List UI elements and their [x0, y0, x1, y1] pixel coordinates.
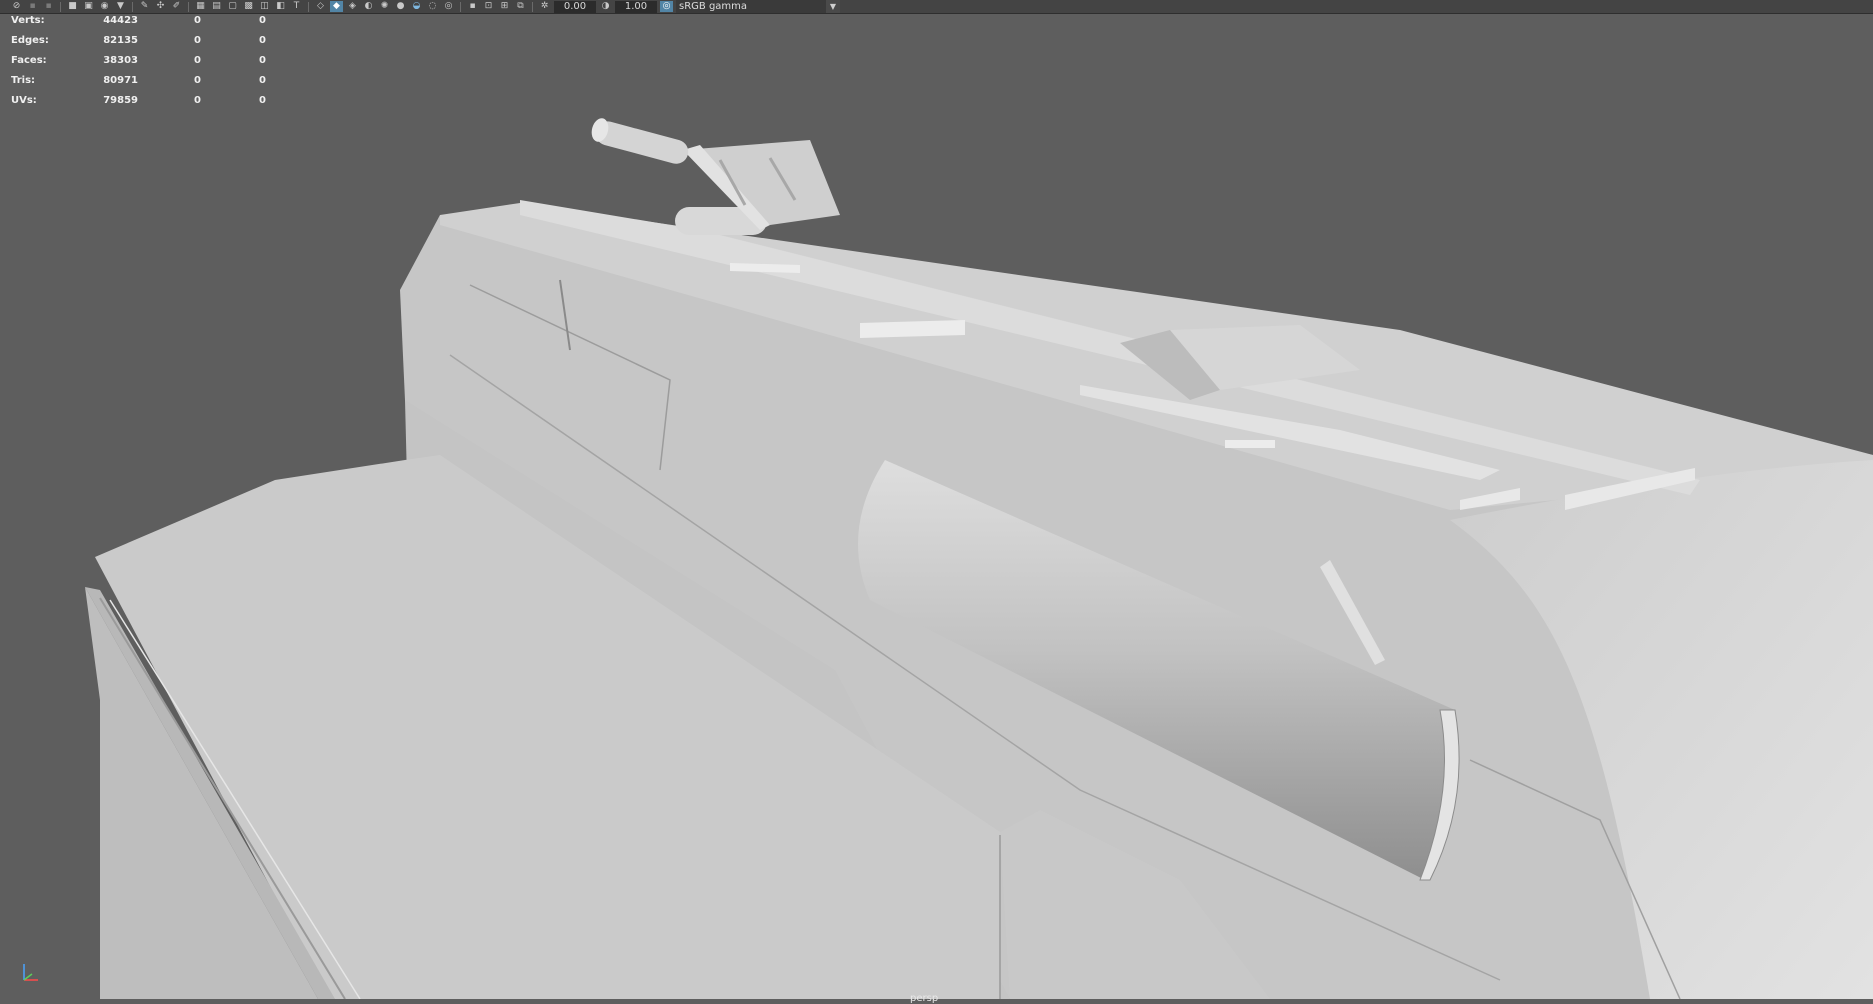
gamma-field[interactable]	[615, 0, 657, 13]
toolbar-divider	[188, 1, 189, 12]
top-small-plate	[1225, 440, 1275, 448]
safe-title-icon[interactable]: T	[290, 1, 303, 12]
xray-icon[interactable]: ⊡	[482, 1, 495, 12]
isolate-select-icon[interactable]: ▪	[466, 1, 479, 12]
xray-joints-icon[interactable]: ⊞	[498, 1, 511, 12]
3d-viewport[interactable]: persp	[0, 15, 1873, 1004]
shadows-icon[interactable]: ●	[394, 1, 407, 12]
color-management-icon[interactable]: ◎	[660, 1, 673, 12]
toolbar-divider	[308, 1, 309, 12]
exposure-icon[interactable]: ✲	[538, 1, 551, 12]
bookmark-icon[interactable]: ◉	[98, 1, 111, 12]
viewport-scene[interactable]	[0, 15, 1873, 999]
smooth-shade-icon[interactable]: ◆	[330, 1, 343, 12]
lasso-icon[interactable]: ▪	[26, 1, 39, 12]
wireframe-on-shaded-icon[interactable]: ◈	[346, 1, 359, 12]
film-gate-icon[interactable]: ▤	[210, 1, 223, 12]
camera-attributes-icon[interactable]: ▣	[82, 1, 95, 12]
top-small-plate	[860, 320, 965, 338]
image-plane-icon[interactable]: ✎	[138, 1, 151, 12]
grid-icon[interactable]: ▦	[194, 1, 207, 12]
safe-action-icon[interactable]: ◧	[274, 1, 287, 12]
resolution-gate-icon[interactable]: ▢	[226, 1, 239, 12]
use-all-lights-icon[interactable]: ✺	[378, 1, 391, 12]
screen-space-ao-icon[interactable]: ◒	[410, 1, 423, 12]
paint-icon[interactable]: ▪	[42, 1, 55, 12]
gate-mask-icon[interactable]: ▩	[242, 1, 255, 12]
textured-icon[interactable]: ◐	[362, 1, 375, 12]
xray-components-icon[interactable]: ⧉	[514, 1, 527, 12]
flag-icon[interactable]: ▼	[114, 1, 127, 12]
select-icon[interactable]: ⊘	[10, 1, 23, 12]
anti-aliasing-icon[interactable]: ◎	[442, 1, 455, 12]
axis-gizmo-icon	[23, 964, 38, 981]
wireframe-icon[interactable]: ◇	[314, 1, 327, 12]
toolbar-divider	[60, 1, 61, 12]
grease-pencil-icon[interactable]: ✐	[170, 1, 183, 12]
viewport-toolbar: ⊘ ▪ ▪ ■ ▣ ◉ ▼ ✎ ✣ ✐ ▦ ▤ ▢ ▩ ◫ ◧ T ◇ ◆ ◈ …	[0, 0, 1873, 14]
exposure-field[interactable]	[554, 0, 596, 13]
motion-blur-icon[interactable]: ◌	[426, 1, 439, 12]
toolbar-divider	[460, 1, 461, 12]
gamma-icon[interactable]: ◑	[599, 1, 612, 12]
chevron-down-icon[interactable]: ▼	[826, 0, 840, 13]
toolbar-divider	[532, 1, 533, 12]
view-transform-value: sRGB gamma	[679, 1, 748, 12]
field-chart-icon[interactable]: ◫	[258, 1, 271, 12]
view-transform-dropdown[interactable]: sRGB gamma ▼	[676, 0, 840, 13]
camera-icon[interactable]: ■	[66, 1, 79, 12]
color-management-group: ◎ sRGB gamma ▼	[660, 0, 840, 13]
two-d-pan-icon[interactable]: ✣	[154, 1, 167, 12]
toolbar-divider	[132, 1, 133, 12]
